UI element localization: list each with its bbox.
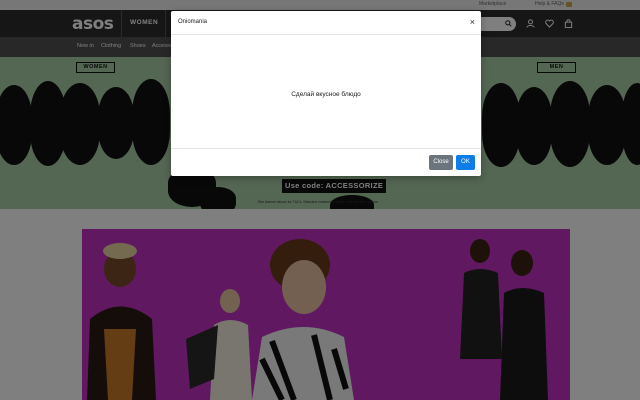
- close-button[interactable]: Close: [429, 155, 453, 170]
- close-icon[interactable]: ×: [470, 17, 475, 27]
- dialog: Oniomania × Сделай вкусное блюдо Close O…: [171, 11, 481, 176]
- dialog-header: Oniomania ×: [171, 11, 481, 35]
- dialog-body: Сделай вкусное блюдо: [171, 35, 481, 148]
- dialog-footer: Close OK: [171, 148, 481, 176]
- dialog-title: Oniomania: [178, 19, 208, 25]
- dialog-message: Сделай вкусное блюдо: [291, 91, 361, 98]
- ok-button[interactable]: OK: [456, 155, 475, 170]
